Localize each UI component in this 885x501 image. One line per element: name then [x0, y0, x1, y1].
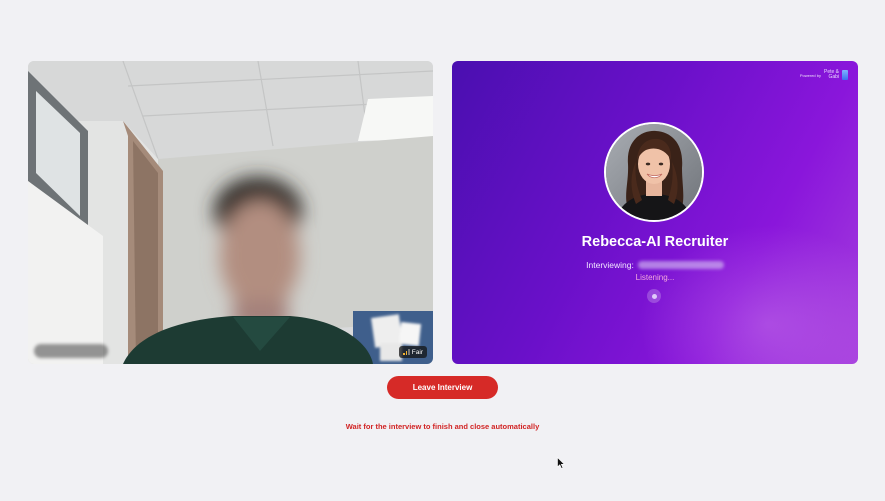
ai-recruiter-panel: Powered by Pete & Gabi Rebecca-AI Recrui… — [452, 61, 858, 364]
powered-by-label: Powered by — [799, 72, 821, 78]
connection-quality-label: Fair — [411, 348, 423, 356]
camera-feed: Fair — [28, 61, 433, 364]
signal-strength-icon — [403, 349, 410, 355]
mouse-cursor-icon — [557, 457, 565, 469]
interview-screen: Fair Powered by Pete & Gabi Rebecca-AI R… — [0, 0, 885, 501]
brand-name: Pete & Gabi — [824, 70, 839, 80]
interviewing-row: Interviewing: — [452, 260, 858, 270]
recruiter-avatar — [604, 122, 704, 222]
voice-activity-indicator — [647, 289, 661, 303]
interviewing-label: Interviewing: — [586, 260, 634, 270]
powered-by-badge: Powered by Pete & Gabi — [800, 70, 848, 80]
camera-scene — [28, 61, 433, 364]
brand-line-2: Gabi — [828, 74, 839, 80]
leave-interview-button[interactable]: Leave Interview — [387, 376, 498, 399]
participant-name-tag — [34, 344, 108, 358]
recruiter-portrait — [606, 124, 702, 220]
status-text: Listening... — [635, 273, 675, 282]
auto-close-hint: Wait for the interview to finish and clo… — [345, 422, 540, 431]
connection-quality-badge: Fair — [399, 346, 427, 358]
recruiter-name: Rebecca-AI Recruiter — [581, 234, 729, 250]
candidate-name-redacted — [637, 261, 724, 269]
brand-logo-icon — [842, 70, 848, 80]
